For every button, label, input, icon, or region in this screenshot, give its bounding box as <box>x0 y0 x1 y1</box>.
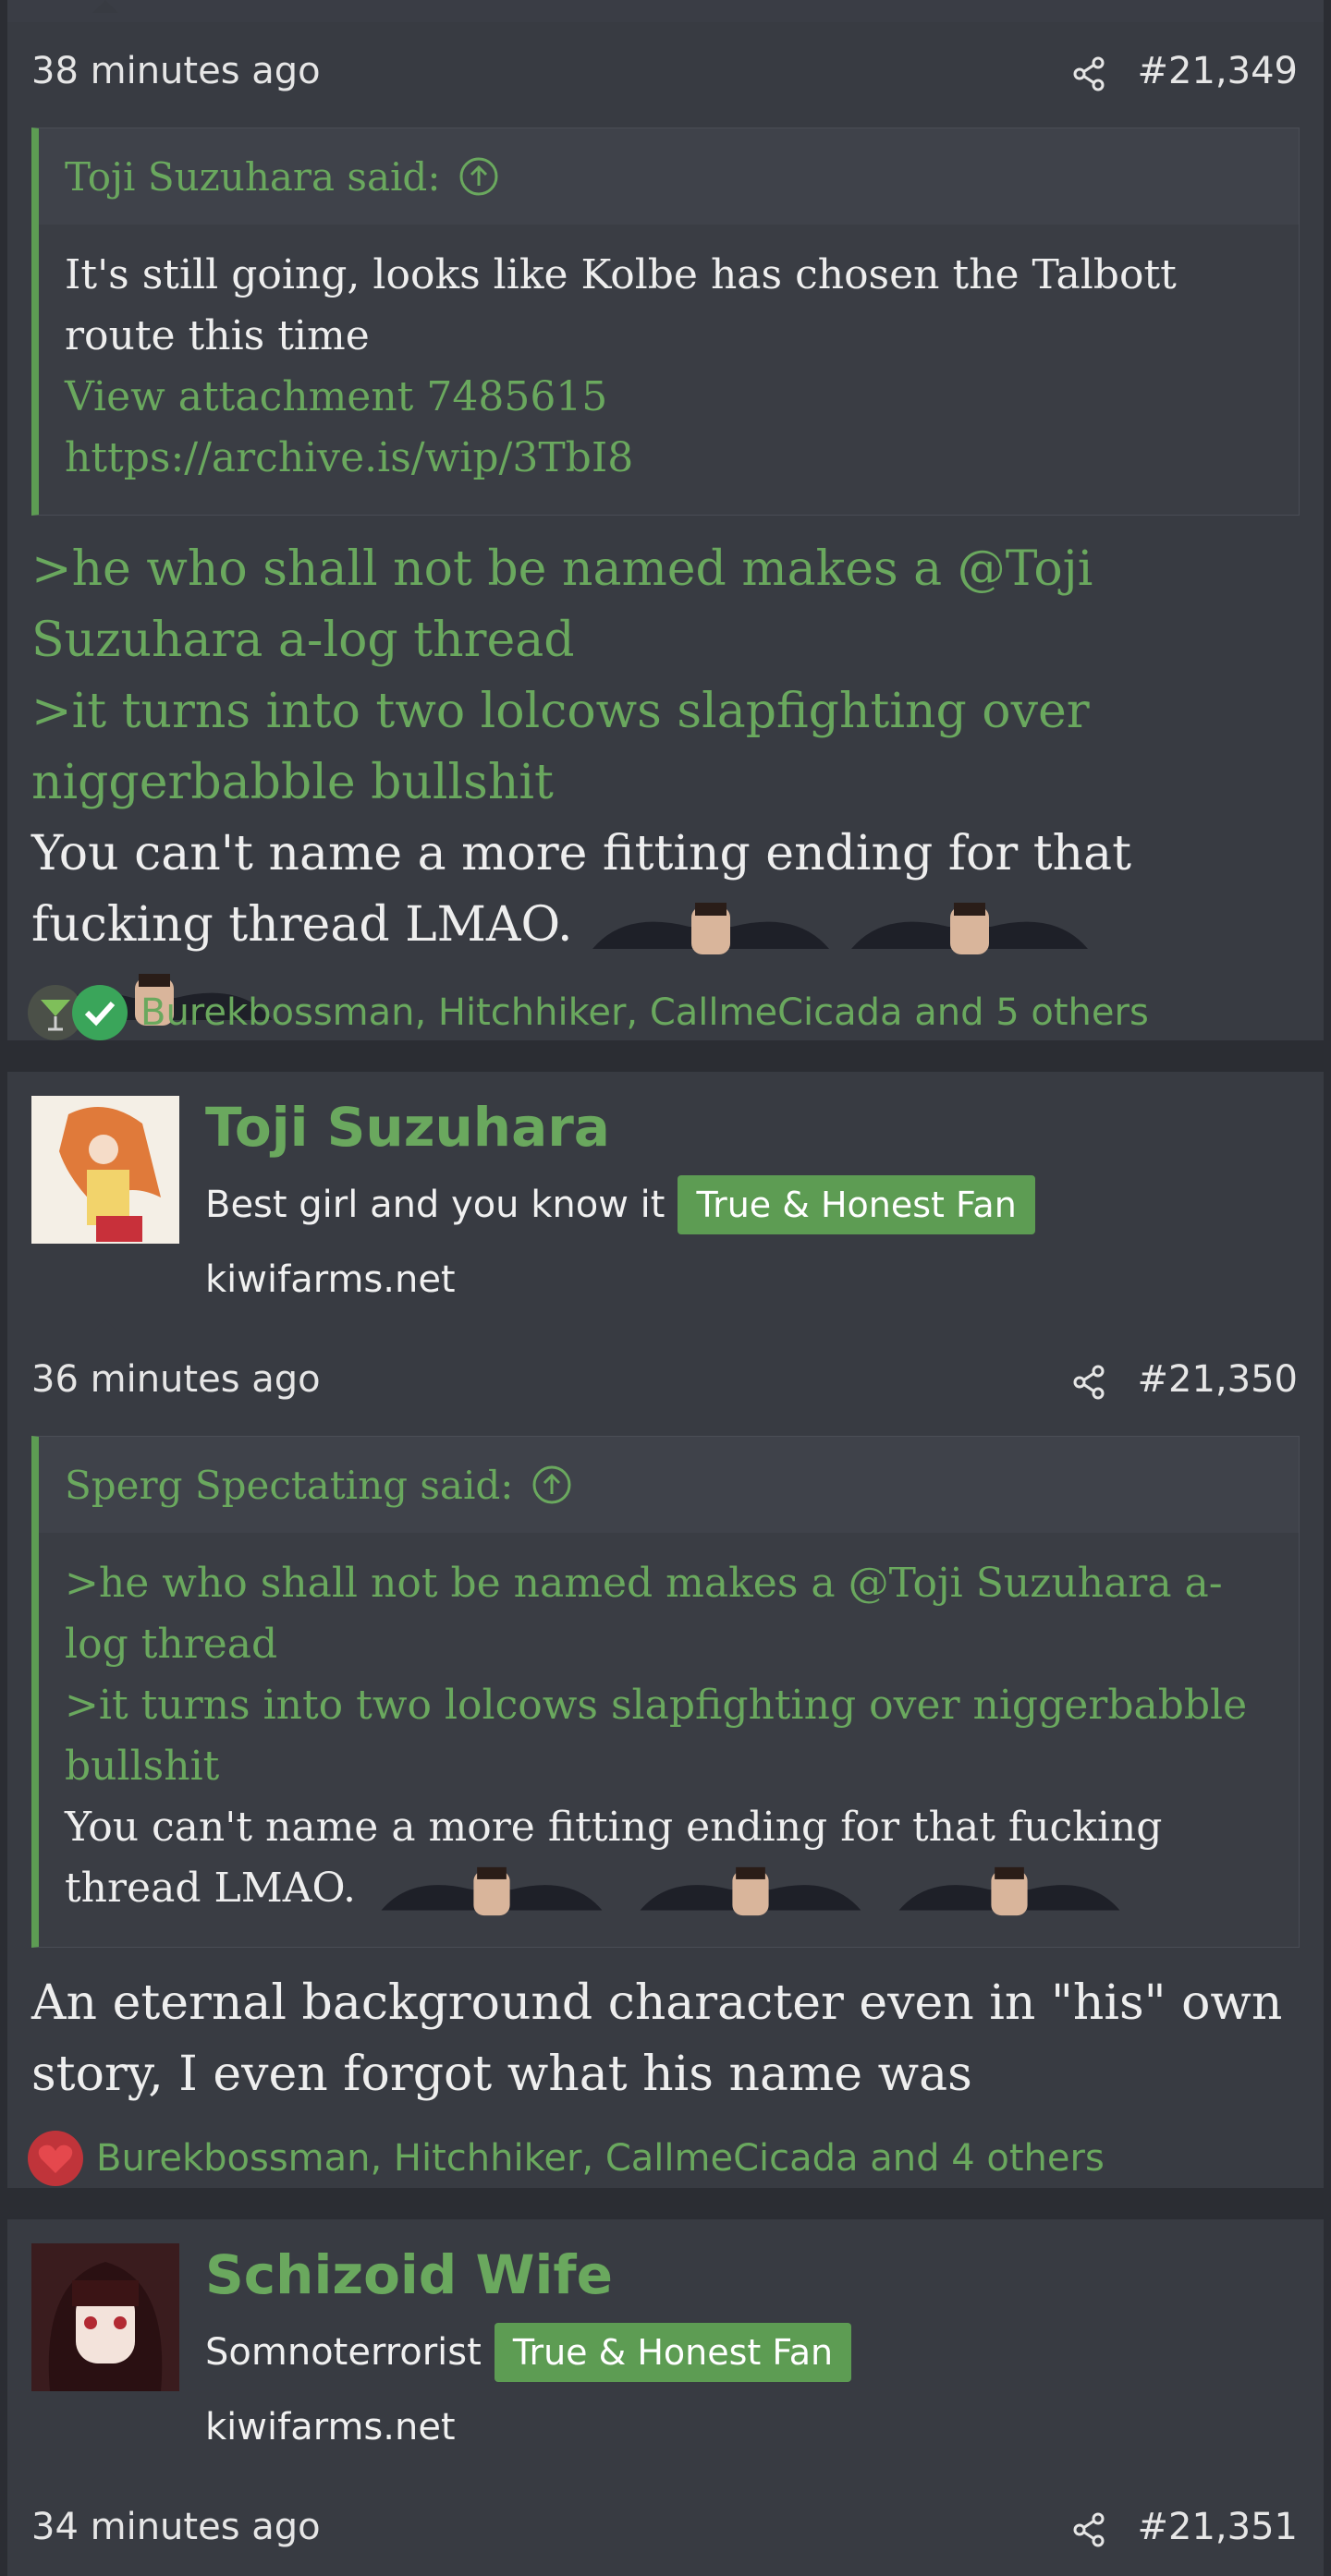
archive-link[interactable]: https://archive.is/wip/3TbI8 <box>65 428 1273 489</box>
heart-icon <box>28 2131 83 2186</box>
avatar[interactable] <box>31 1096 179 1244</box>
user-title: Best girl and you know it <box>205 1184 666 1226</box>
checkmark-icon <box>72 985 128 1040</box>
emoji-icon <box>381 1866 603 1915</box>
share-icon[interactable] <box>1070 2511 1107 2548</box>
quote-block: Toji Suzuhara said: It's still going, lo… <box>31 128 1300 516</box>
username[interactable]: Schizoid Wife <box>205 2243 613 2306</box>
post-time[interactable]: 36 minutes ago <box>31 1358 321 1401</box>
quote-author[interactable]: Sperg Spectating said: <box>65 1463 513 1508</box>
avatar[interactable] <box>31 2243 179 2391</box>
pointer-arrow <box>92 0 118 13</box>
post-text: An eternal background character even in … <box>31 1975 1283 2102</box>
user-site: kiwifarms.net <box>205 1258 456 1301</box>
post-time[interactable]: 34 minutes ago <box>31 2506 321 2548</box>
reaction-bar[interactable]: Burekbossman, Hitchhiker, CallmeCicada a… <box>28 2131 1105 2186</box>
post-number[interactable]: #21,350 <box>1138 1358 1298 1401</box>
post-separator <box>0 1040 1331 1072</box>
emoji-icon <box>592 902 830 954</box>
reaction-users[interactable]: Burekbossman, Hitchhiker, CallmeCicada a… <box>140 991 1149 1034</box>
user-title-row: Somnoterrorist True & Honest Fan <box>205 2323 852 2382</box>
share-icon[interactable] <box>1070 55 1107 92</box>
pointer-arrow <box>92 1319 118 1332</box>
post-separator <box>0 2188 1331 2219</box>
user-site: kiwifarms.net <box>205 2406 456 2448</box>
greentext-line: >it turns into two lolcows slapfighting … <box>31 684 1090 810</box>
post-body: >he who shall not be named makes a @Toji… <box>31 534 1300 1032</box>
user-badge: True & Honest Fan <box>494 2323 852 2382</box>
attachment-link[interactable]: View attachment 7485615 <box>65 367 1273 428</box>
share-icon[interactable] <box>1070 1364 1107 1401</box>
emoji-icon <box>898 1866 1120 1915</box>
reaction-bar[interactable]: Burekbossman, Hitchhiker, CallmeCicada a… <box>28 985 1149 1040</box>
quote-content: It's still going, looks like Kolbe has c… <box>39 225 1299 489</box>
quote-author[interactable]: Toji Suzuhara said: <box>65 154 440 200</box>
quote-text: It's still going, looks like Kolbe has c… <box>65 251 1177 359</box>
quote-header[interactable]: Sperg Spectating said: <box>39 1437 1299 1533</box>
quote-content: >he who shall not be named makes a @Toji… <box>39 1533 1299 1919</box>
reaction-users[interactable]: Burekbossman, Hitchhiker, CallmeCicada a… <box>96 2137 1105 2180</box>
post-body: An eternal background character even in … <box>31 1968 1300 2110</box>
quote-header[interactable]: Toji Suzuhara said: <box>39 128 1299 225</box>
post-time[interactable]: 38 minutes ago <box>31 50 321 92</box>
greentext-line: >he who shall not be named makes a @Toji… <box>65 1560 1223 1668</box>
user-title: Somnoterrorist <box>205 2331 482 2374</box>
emoji-icon <box>851 902 1089 954</box>
post-number[interactable]: #21,351 <box>1138 2506 1298 2548</box>
greentext-line: >he who shall not be named makes a @Toji… <box>31 541 1093 668</box>
previous-post-edge <box>7 0 1324 22</box>
emoji-icon <box>640 1866 861 1915</box>
quote-block: Sperg Spectating said: >he who shall not… <box>31 1436 1300 1948</box>
greentext-line: >it turns into two lolcows slapfighting … <box>65 1682 1248 1790</box>
post-number[interactable]: #21,349 <box>1138 50 1298 92</box>
user-badge: True & Honest Fan <box>678 1175 1035 1234</box>
pointer-arrow <box>92 2467 118 2480</box>
arrow-up-circle-icon[interactable] <box>458 156 499 197</box>
arrow-up-circle-icon[interactable] <box>531 1464 572 1505</box>
quote-text: You can't name a more fitting ending for… <box>65 1797 1273 1919</box>
username[interactable]: Toji Suzuhara <box>205 1096 610 1159</box>
user-title-row: Best girl and you know it True & Honest … <box>205 1175 1035 1234</box>
